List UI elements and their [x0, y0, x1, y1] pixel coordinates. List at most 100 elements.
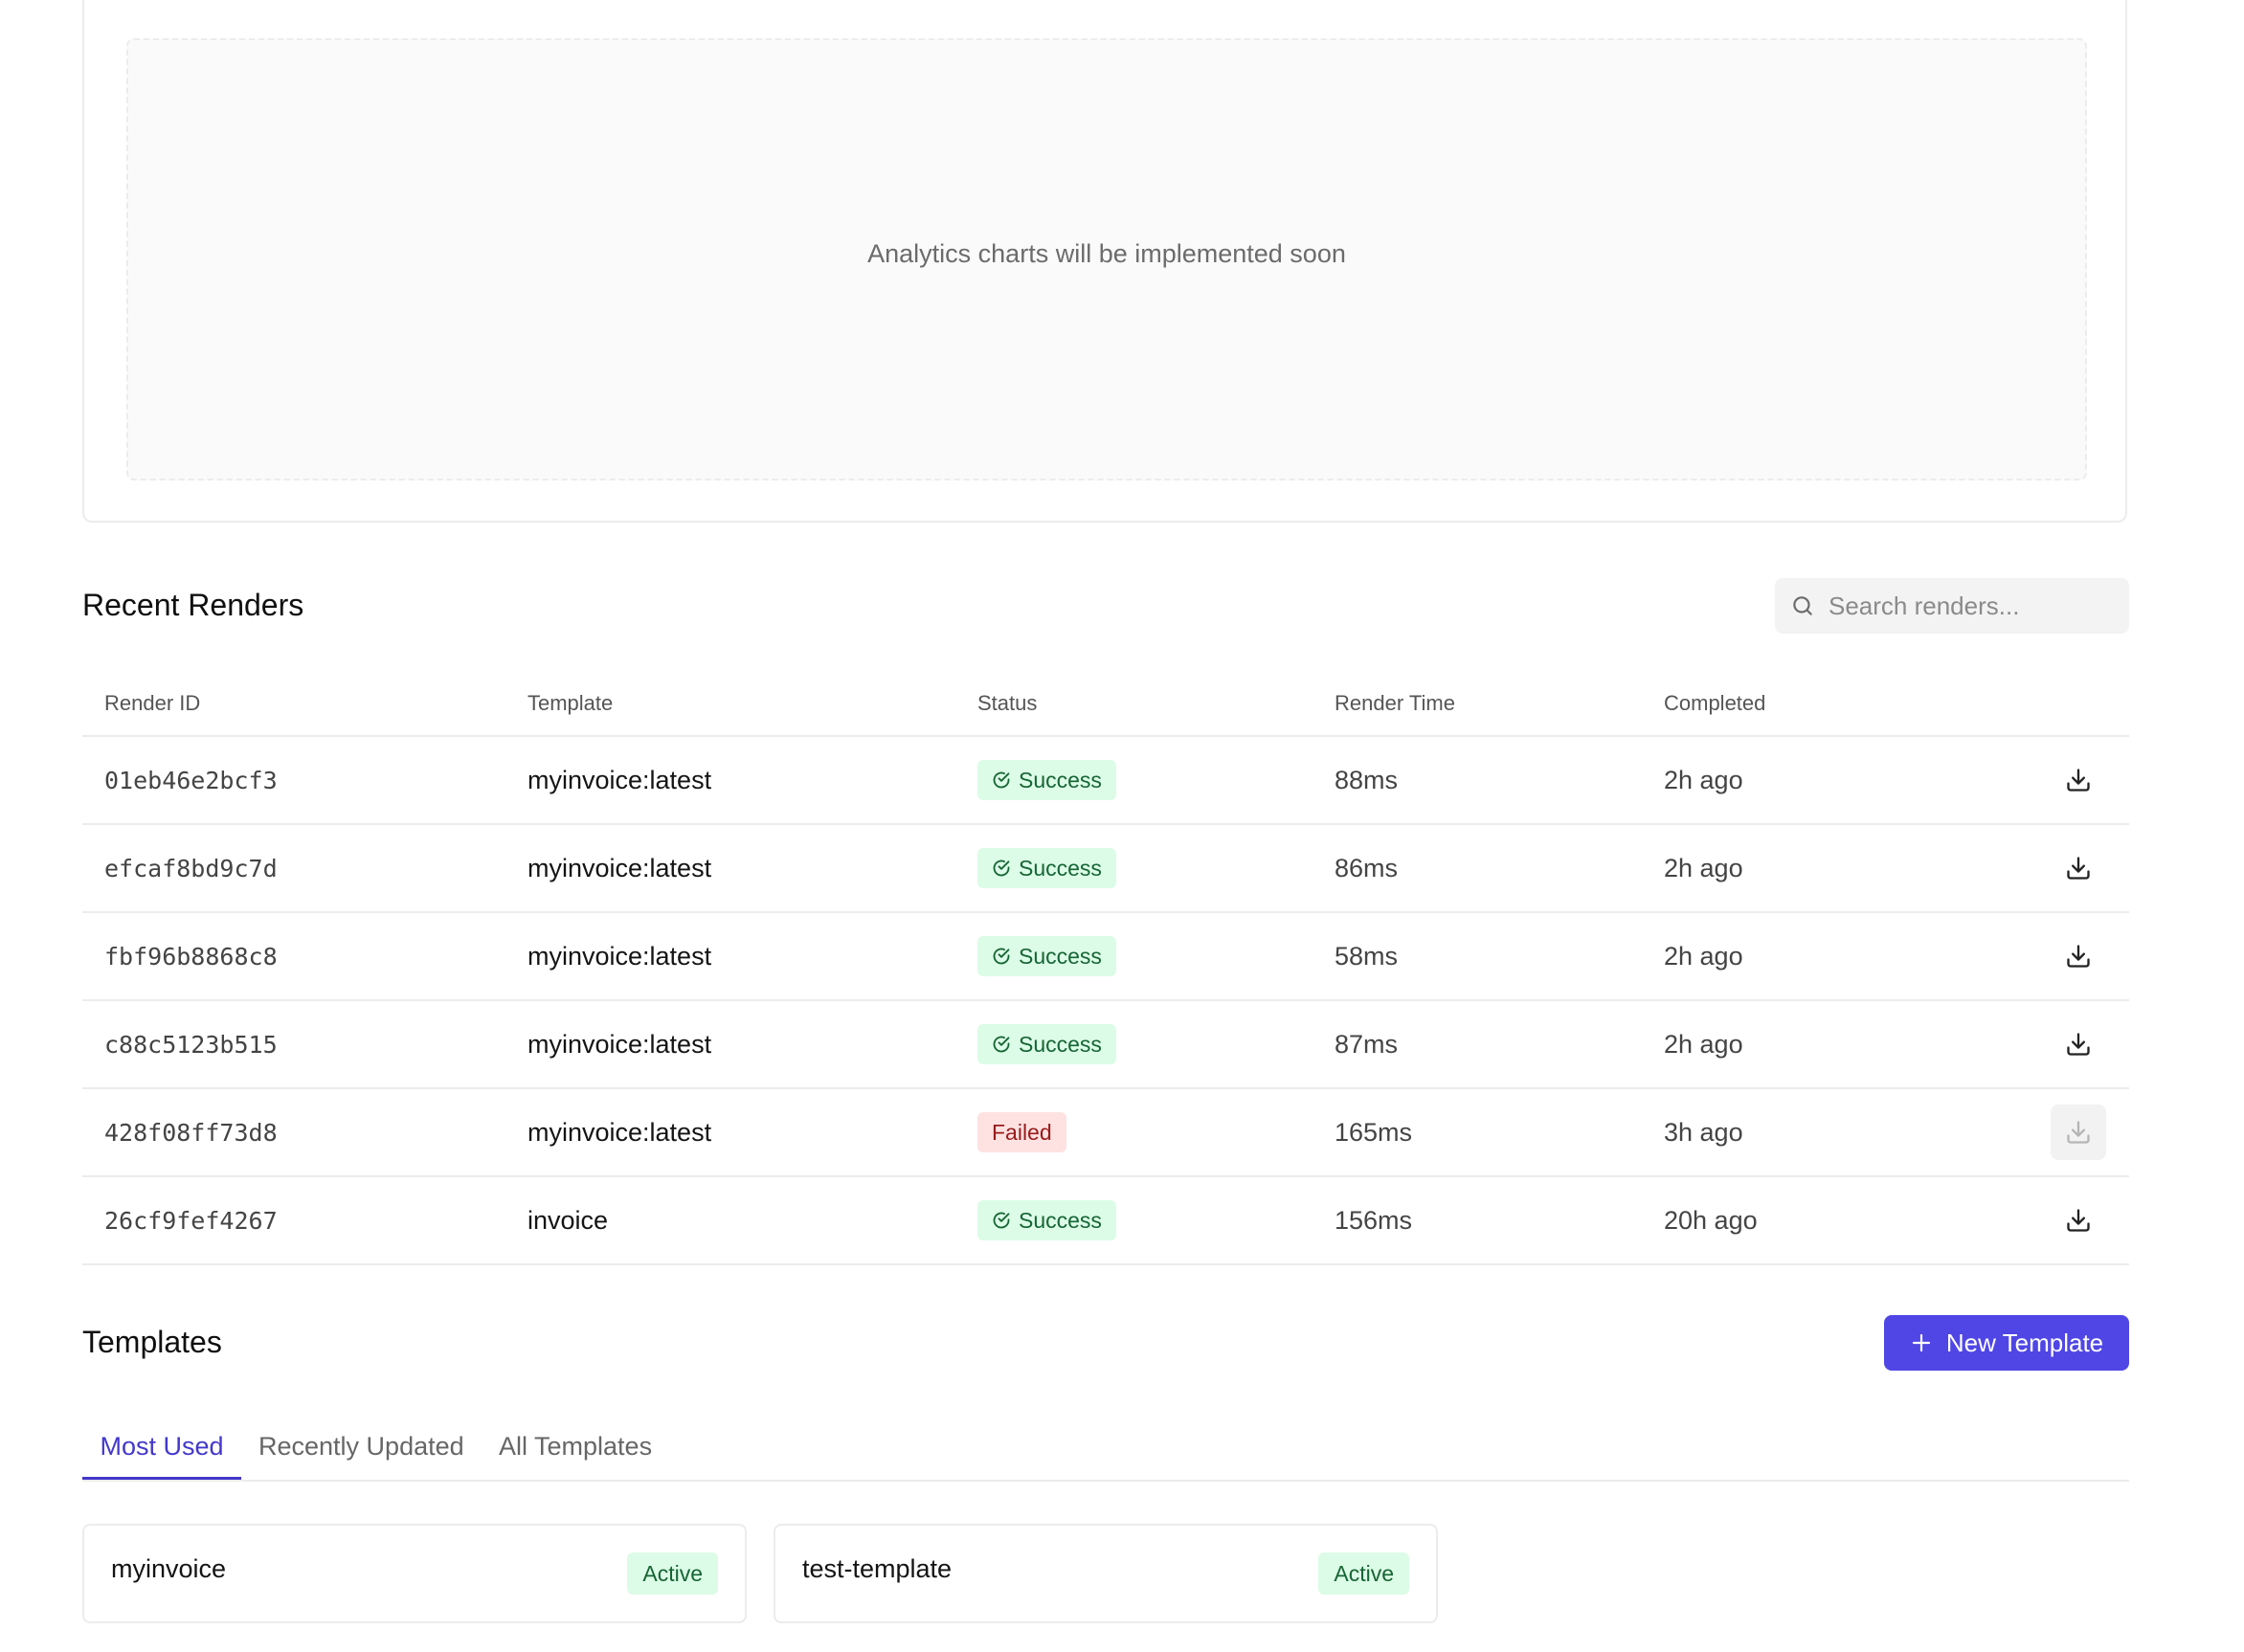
render-id-cell: efcaf8bd9c7d	[104, 854, 278, 882]
download-cell	[2051, 825, 2106, 911]
table-header: Render ID Template Status Render Time Co…	[82, 670, 2129, 737]
column-header-render-time: Render Time	[1335, 691, 1455, 715]
render-time-cell: 156ms	[1335, 1205, 1413, 1235]
status-badge: Success	[977, 1024, 1116, 1064]
table-row[interactable]: fbf96b8868c8 myinvoice:latest Success 58…	[82, 913, 2129, 1001]
status-badge-label: Success	[1019, 855, 1102, 881]
completed-cell: 2h ago	[1664, 853, 1743, 882]
status-cell: Success	[977, 737, 1116, 823]
render-time-cell: 165ms	[1335, 1117, 1413, 1147]
table-row[interactable]: 428f08ff73d8 myinvoice:latest Failed 165…	[82, 1089, 2129, 1177]
template-card-test-template[interactable]: test-template Active	[774, 1524, 1438, 1623]
status-badge: Failed	[977, 1112, 1066, 1152]
table-row[interactable]: efcaf8bd9c7d myinvoice:latest Success 86…	[82, 825, 2129, 913]
template-tabs: Most Used Recently Updated All Templates	[82, 1418, 2129, 1482]
table-row[interactable]: 01eb46e2bcf3 myinvoice:latest Success 88…	[82, 737, 2129, 825]
status-badge-label: Success	[1019, 1207, 1102, 1233]
template-card-name: test-template	[802, 1554, 953, 1583]
search-renders-box[interactable]	[1775, 578, 2129, 634]
new-template-button-label: New Template	[1945, 1328, 2104, 1357]
completed-cell: 3h ago	[1664, 1117, 1743, 1147]
completed-cell: 2h ago	[1664, 1029, 1743, 1059]
status-badge: Success	[977, 936, 1116, 976]
template-status-badge: Active	[1318, 1552, 1409, 1595]
analytics-chart-placeholder: Analytics charts will be implemented soo…	[126, 38, 2087, 480]
template-cell: myinvoice:latest	[527, 853, 712, 882]
render-id-cell: 428f08ff73d8	[104, 1118, 278, 1147]
check-circle-icon	[993, 859, 1010, 877]
status-badge-label: Success	[1019, 1031, 1102, 1057]
status-badge: Success	[977, 1200, 1116, 1240]
analytics-placeholder-text: Analytics charts will be implemented soo…	[867, 238, 1346, 268]
check-circle-icon	[993, 948, 1010, 965]
render-time-cell: 87ms	[1335, 1029, 1399, 1059]
download-cell	[2051, 1177, 2106, 1263]
page: Analytics charts will be implemented soo…	[0, 0, 2244, 1652]
download-button[interactable]	[2051, 1016, 2106, 1072]
download-button-disabled[interactable]	[2051, 1105, 2106, 1160]
check-circle-icon	[993, 1036, 1010, 1053]
status-badge-label: Success	[1019, 943, 1102, 969]
render-id-cell: 01eb46e2bcf3	[104, 766, 278, 794]
download-cell	[2051, 737, 2106, 823]
completed-cell: 20h ago	[1664, 1205, 1758, 1235]
tab-recently-updated[interactable]: Recently Updated	[258, 1418, 464, 1480]
templates-title: Templates	[82, 1325, 222, 1359]
download-button[interactable]	[2051, 1193, 2106, 1248]
status-badge: Success	[977, 848, 1116, 888]
column-header-status: Status	[977, 691, 1038, 715]
template-cell: invoice	[527, 1205, 609, 1235]
render-id-cell: 26cf9fef4267	[104, 1206, 278, 1235]
column-header-completed: Completed	[1664, 691, 1766, 715]
recent-renders-title: Recent Renders	[82, 588, 304, 622]
status-cell: Success	[977, 1177, 1116, 1263]
render-id-cell: fbf96b8868c8	[104, 942, 278, 971]
status-badge-label: Success	[1019, 767, 1102, 793]
template-cell: myinvoice:latest	[527, 765, 712, 794]
download-icon	[2067, 1121, 2090, 1144]
check-circle-icon	[993, 771, 1010, 789]
template-card-name: myinvoice	[111, 1554, 227, 1583]
column-header-template: Template	[527, 691, 614, 715]
download-icon	[2067, 857, 2090, 880]
render-time-cell: 86ms	[1335, 853, 1399, 882]
download-icon	[2067, 1033, 2090, 1056]
render-id-cell: c88c5123b515	[104, 1030, 278, 1059]
status-cell: Success	[977, 825, 1116, 911]
render-time-cell: 58ms	[1335, 941, 1399, 971]
download-icon	[2067, 945, 2090, 968]
completed-cell: 2h ago	[1664, 765, 1743, 794]
template-cell: myinvoice:latest	[527, 941, 712, 971]
plus-icon	[1912, 1333, 1930, 1352]
download-cell	[2051, 913, 2106, 999]
download-button[interactable]	[2051, 752, 2106, 808]
status-cell: Success	[977, 913, 1116, 999]
download-cell	[2051, 1089, 2106, 1175]
completed-cell: 2h ago	[1664, 941, 1743, 971]
search-icon	[1793, 596, 1812, 615]
template-cell: myinvoice:latest	[527, 1117, 712, 1147]
template-cell: myinvoice:latest	[527, 1029, 712, 1059]
status-badge: Success	[977, 760, 1116, 800]
table-row[interactable]: c88c5123b515 myinvoice:latest Success 87…	[82, 1001, 2129, 1089]
status-cell: Failed	[977, 1089, 1066, 1175]
status-cell: Success	[977, 1001, 1116, 1087]
column-header-render-id: Render ID	[104, 691, 201, 715]
template-card-myinvoice[interactable]: myinvoice Active	[82, 1524, 747, 1623]
download-cell	[2051, 1001, 2106, 1087]
download-button[interactable]	[2051, 840, 2106, 896]
tab-most-used[interactable]: Most Used	[82, 1418, 241, 1480]
status-badge-label: Failed	[992, 1119, 1052, 1145]
search-renders-input[interactable]	[1829, 591, 2116, 621]
check-circle-icon	[993, 1212, 1010, 1229]
download-icon	[2067, 769, 2090, 792]
new-template-button[interactable]: New Template	[1884, 1315, 2129, 1371]
table-row[interactable]: 26cf9fef4267 invoice Success 156ms 20h a…	[82, 1177, 2129, 1265]
render-time-cell: 88ms	[1335, 765, 1399, 794]
template-status-badge: Active	[627, 1552, 718, 1595]
analytics-card: Analytics charts will be implemented soo…	[82, 0, 2127, 523]
renders-table: Render ID Template Status Render Time Co…	[82, 670, 2129, 1265]
tab-all-templates[interactable]: All Templates	[499, 1418, 652, 1480]
download-icon	[2067, 1209, 2090, 1232]
download-button[interactable]	[2051, 928, 2106, 984]
